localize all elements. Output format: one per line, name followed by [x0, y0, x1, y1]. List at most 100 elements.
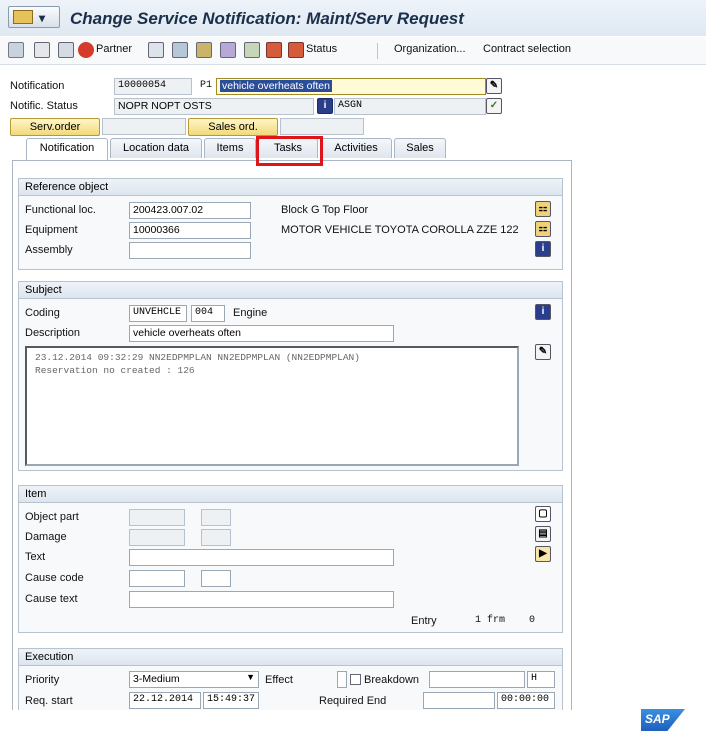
assembly-field[interactable]	[129, 242, 251, 259]
long-text-line: Reservation no created : 126	[35, 365, 195, 376]
cause-text-label: Cause text	[25, 593, 78, 605]
find-icon[interactable]	[58, 42, 74, 58]
effect-field[interactable]	[337, 671, 347, 688]
next-item-icon[interactable]: ▶	[535, 546, 551, 562]
functional-location-field[interactable]: 200423.007.02	[129, 202, 251, 219]
sales-order-field	[280, 118, 364, 135]
notification-description-field[interactable]: vehicle overheats often	[216, 78, 486, 95]
chevron-down-icon: ▼	[246, 672, 255, 682]
required-end-time-field[interactable]: 00:00:00	[497, 692, 555, 709]
cause-group-field[interactable]	[129, 570, 185, 587]
equipment-label: Equipment	[25, 224, 78, 236]
required-end-label: Required End	[319, 695, 387, 707]
coding-text: Engine	[233, 307, 268, 319]
priority-select[interactable]: 3-Medium ▼	[129, 671, 259, 688]
hierarchy-icon[interactable]: ⚏	[535, 221, 551, 237]
coding-label: Coding	[25, 307, 60, 319]
subject-title: Subject	[19, 282, 562, 299]
user-status-field: ASGN	[334, 98, 486, 115]
entry-label: Entry	[411, 615, 437, 627]
application-toolbar: Partner Status Organization... Contract …	[0, 37, 706, 65]
hierarchy-icon[interactable]	[172, 42, 188, 58]
status-button[interactable]: Status	[306, 43, 337, 59]
item-detail-icon[interactable]: ▤	[535, 526, 551, 542]
req-start-time-field[interactable]: 15:49:37	[203, 692, 259, 709]
flag-icon[interactable]	[34, 42, 50, 58]
assembly-label: Assembly	[25, 244, 73, 256]
reference-info-icon[interactable]: i	[535, 241, 551, 257]
long-text-editor[interactable]: 23.12.2014 09:32:29 NN2EDPMPLAN NN2EDPMP…	[25, 346, 519, 466]
structure-icon[interactable]: ⚏	[535, 201, 551, 217]
subject-group: Subject Coding UNVEHCLE 004 Engine i Des…	[18, 281, 563, 471]
serv-order-field	[102, 118, 186, 135]
tab-activities[interactable]: Activities	[320, 138, 392, 158]
execution-title: Execution	[19, 649, 562, 666]
title-bar: ▾ Change Service Notification: Maint/Ser…	[0, 0, 706, 36]
reference-object-group: Reference object Functional loc. 200423.…	[18, 178, 563, 270]
effect-label: Effect	[265, 674, 293, 686]
subject-info-icon[interactable]: i	[535, 304, 551, 320]
text-label: Text	[25, 551, 46, 563]
breakdown-label: Breakdown	[364, 674, 420, 686]
object-list-icon[interactable]	[244, 42, 260, 58]
object-part-group-field	[129, 509, 185, 526]
action-icon[interactable]	[196, 42, 212, 58]
unit-field[interactable]: H	[527, 671, 555, 688]
tab-notification[interactable]: Notification	[26, 138, 108, 160]
tasks-tab-highlight	[256, 136, 323, 166]
filter-icon[interactable]	[220, 42, 236, 58]
coding-group-field[interactable]: UNVEHCLE	[129, 305, 187, 322]
entry-value: 1 frm	[475, 615, 506, 626]
partner-button[interactable]: Partner	[96, 43, 132, 59]
req-start-date-field[interactable]: 22.12.2014	[129, 692, 201, 709]
item-title: Item	[19, 486, 562, 503]
sales-order-button[interactable]: Sales ord.	[188, 118, 278, 136]
reference-object-title: Reference object	[19, 179, 562, 196]
object-part-label: Object part	[25, 511, 79, 523]
organization-button[interactable]: Organization...	[394, 43, 466, 59]
required-end-date-field[interactable]	[423, 692, 495, 709]
functional-location-description: Block G Top Floor	[281, 204, 369, 216]
cause-text-field[interactable]	[129, 591, 394, 608]
equipment-field[interactable]: 10000366	[129, 222, 251, 239]
status-info-icon[interactable]: i	[317, 98, 333, 114]
tab-sales[interactable]: Sales	[394, 138, 446, 158]
item-text-field[interactable]	[129, 549, 394, 566]
partner-icon[interactable]	[78, 42, 94, 58]
coding-code-field[interactable]: 004	[191, 305, 225, 322]
priority-label: Priority	[25, 674, 60, 686]
req-start-label: Req. start	[25, 695, 73, 707]
equipment-description: MOTOR VEHICLE TOYOTA COROLLA ZZE 122	[281, 224, 519, 236]
edit-longtext-icon[interactable]: ✎	[486, 78, 502, 94]
document-icon[interactable]	[148, 42, 164, 58]
serv-order-button[interactable]: Serv.order	[10, 118, 100, 136]
complete-status-icon[interactable]: ✓	[486, 98, 502, 114]
notification-number-field: 10000054	[114, 78, 192, 95]
damage-code-field	[201, 529, 231, 546]
edit-text-icon[interactable]: ✎	[535, 344, 551, 360]
toolbar-separator	[377, 43, 378, 59]
system-status-field: NOPR NOPT OSTS	[114, 98, 314, 115]
status-icon[interactable]	[288, 42, 304, 58]
status-label: Notific. Status	[10, 100, 78, 112]
system-menu-icon[interactable]: ▾	[8, 6, 60, 28]
notification-description-text: vehicle overheats often	[220, 80, 332, 92]
notification-label: Notification	[10, 80, 65, 92]
damage-label: Damage	[25, 531, 67, 543]
cause-code-label: Cause code	[25, 572, 84, 584]
description-field[interactable]: vehicle overheats often	[129, 325, 394, 342]
transport-icon[interactable]	[266, 42, 282, 58]
object-part-code-field	[201, 509, 231, 526]
entry-count: 0	[529, 615, 536, 626]
damage-group-field	[129, 529, 185, 546]
cause-code-field[interactable]	[201, 570, 231, 587]
tab-items[interactable]: Items	[204, 138, 256, 158]
breakdown-duration-field[interactable]	[429, 671, 525, 688]
contract-selection-button[interactable]: Contract selection	[483, 43, 571, 59]
breakdown-checkbox[interactable]	[350, 674, 361, 685]
display-icon[interactable]	[8, 42, 24, 58]
sap-logo: SAP	[641, 709, 685, 731]
new-item-icon[interactable]: ▢	[535, 506, 551, 522]
tab-location-data[interactable]: Location data	[110, 138, 202, 158]
description-label: Description	[25, 327, 81, 339]
